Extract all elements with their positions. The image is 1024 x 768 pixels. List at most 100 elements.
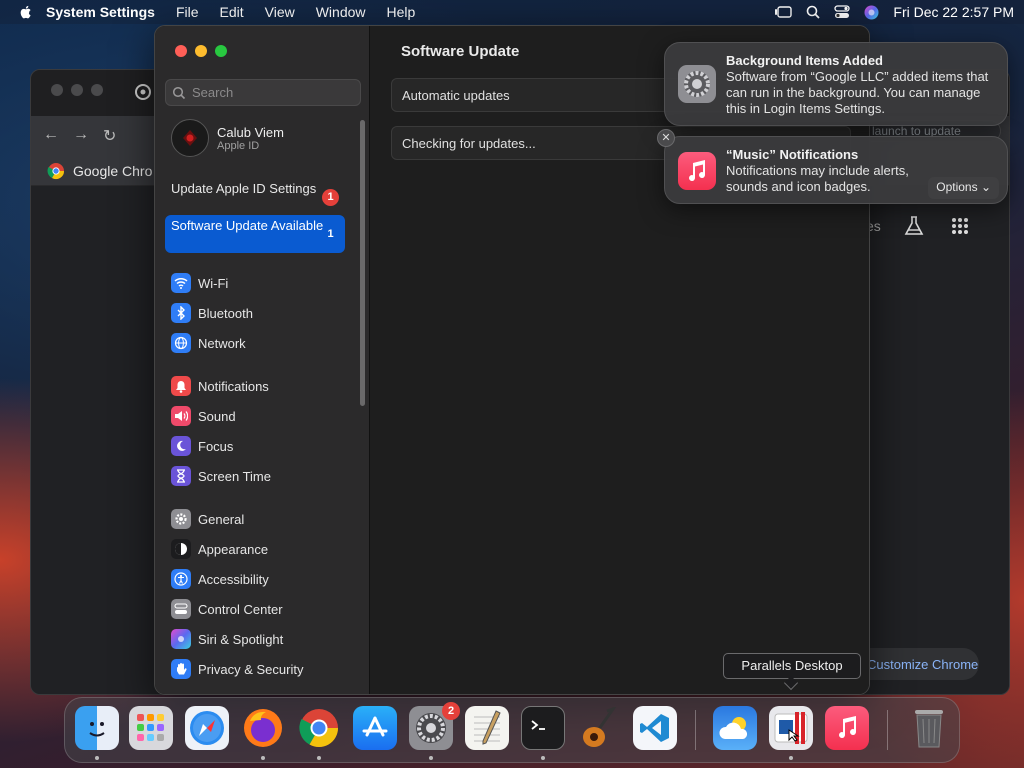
trash-icon[interactable] — [907, 706, 951, 750]
notification-body: Software from “Google LLC” added items t… — [726, 69, 989, 116]
system-settings-gear-icon — [678, 65, 716, 103]
settings-dock-badge: 2 — [442, 702, 460, 720]
sidebar-item-label: Network — [198, 335, 246, 351]
options-label: Options — [936, 180, 978, 194]
menu-bar: System Settings File Edit View Window He… — [0, 0, 1024, 24]
search-icon[interactable] — [806, 5, 821, 19]
close-icon[interactable]: ✕ — [657, 129, 675, 147]
control-center-icon — [171, 599, 191, 619]
control-center-icon[interactable] — [834, 5, 851, 19]
appearance-icon — [171, 539, 191, 559]
sidebar-item-label: Notifications — [198, 378, 269, 394]
sidebar-item-bluetooth[interactable]: Bluetooth — [171, 303, 253, 323]
apple-id-profile[interactable]: Calub Viem Apple ID — [171, 119, 284, 157]
chrome-minimize-button[interactable] — [71, 84, 83, 96]
parallels-desktop-icon[interactable] — [769, 706, 813, 750]
menu-edit[interactable]: Edit — [220, 4, 244, 20]
sidebar-item-label: Focus — [198, 438, 234, 454]
hand-icon — [171, 659, 191, 679]
back-arrow-icon[interactable]: ← — [43, 126, 59, 146]
weather-icon[interactable] — [713, 706, 757, 750]
menu-window[interactable]: Window — [316, 4, 366, 20]
app-store-icon[interactable] — [353, 706, 397, 750]
options-button[interactable]: Options ⌄ — [928, 177, 999, 199]
reload-icon[interactable]: ↻ — [103, 126, 116, 146]
safari-icon[interactable] — [185, 706, 229, 750]
sidebar-item-focus[interactable]: Focus — [171, 436, 233, 456]
chrome-close-button[interactable] — [51, 84, 63, 96]
notification-body: Notifications may include alerts, sounds… — [726, 163, 909, 194]
stage-manager-icon[interactable] — [774, 5, 793, 19]
sidebar-item-screen-time[interactable]: Screen Time — [171, 466, 271, 486]
terminal-icon[interactable] — [521, 706, 565, 750]
finder-icon[interactable] — [75, 706, 119, 750]
sidebar-item-siri-spotlight[interactable]: Siri & Spotlight — [171, 629, 283, 649]
sidebar-item-sound[interactable]: Sound — [171, 406, 236, 426]
notification-title: Background Items Added — [726, 53, 883, 68]
music-icon[interactable] — [825, 706, 869, 750]
sidebar-item-label: Sound — [198, 408, 236, 424]
sidebar-item-notifications[interactable]: Notifications — [171, 376, 269, 396]
notification-title: “Music” Notifications — [726, 147, 859, 162]
sidebar-item-label: General — [198, 511, 245, 527]
update-apple-id-settings[interactable]: Update Apple ID Settings 1 — [165, 178, 345, 216]
notification-background-items[interactable]: Background Items Added Software from “Go… — [664, 42, 1008, 126]
running-indicator — [429, 756, 433, 760]
sidebar-item-label: Appearance — [198, 541, 269, 557]
sidebar-item-control-center[interactable]: Control Center — [171, 599, 283, 619]
siri-icon[interactable] — [864, 5, 879, 20]
sidebar-item-general[interactable]: General — [171, 509, 244, 529]
sidebar-item-appearance[interactable]: Appearance — [171, 539, 268, 559]
textedit-icon[interactable] — [465, 706, 509, 750]
menu-view[interactable]: View — [265, 4, 295, 20]
running-indicator — [541, 756, 545, 760]
menu-app-name[interactable]: System Settings — [46, 4, 155, 20]
menu-file[interactable]: File — [176, 4, 199, 20]
bookmark-google-chrome[interactable]: Google Chro — [47, 162, 152, 180]
tooltip-label: Parallels Desktop — [741, 658, 843, 673]
search-input[interactable] — [192, 85, 352, 100]
search-field[interactable] — [165, 79, 361, 106]
bell-icon — [171, 376, 191, 396]
launchpad-icon[interactable] — [129, 706, 173, 750]
profile-name: Calub Viem — [217, 124, 284, 140]
chrome-tab-favicon[interactable] — [135, 84, 151, 100]
firefox-icon[interactable] — [241, 706, 285, 750]
dock-separator — [887, 710, 888, 750]
chrome-icon[interactable] — [297, 706, 341, 750]
apple-menu-icon[interactable] — [18, 4, 34, 20]
google-apps-icon[interactable] — [951, 217, 969, 235]
siri-icon — [171, 629, 191, 649]
garageband-icon[interactable] — [577, 706, 621, 750]
settings-sidebar: Calub Viem Apple ID Update Apple ID Sett… — [155, 26, 370, 694]
music-note-icon — [678, 152, 716, 190]
sidebar-item-accessibility[interactable]: Accessibility — [171, 569, 269, 589]
forward-arrow-icon[interactable]: → — [73, 126, 89, 146]
notification-music[interactable]: ✕ “Music” Notifications Notifications ma… — [657, 129, 1008, 204]
promo-badge: 1 — [327, 228, 334, 240]
close-button[interactable] — [175, 45, 187, 57]
sidebar-item-network[interactable]: Network — [171, 333, 246, 353]
sidebar-item-privacy-security[interactable]: Privacy & Security — [171, 659, 303, 679]
minimize-button[interactable] — [195, 45, 207, 57]
sidebar-scrollbar[interactable] — [360, 120, 365, 406]
accessibility-icon — [171, 569, 191, 589]
sidebar-item-label: Accessibility — [198, 571, 269, 587]
chrome-zoom-button[interactable] — [91, 84, 103, 96]
zoom-button[interactable] — [215, 45, 227, 57]
avatar-image-icon — [183, 130, 197, 146]
sidebar-item-label: Siri & Spotlight — [198, 631, 284, 647]
menu-help[interactable]: Help — [387, 4, 416, 20]
chevron-down-icon: ⌄ — [980, 180, 991, 194]
settings-content: Software Update Automatic updates Checki… — [371, 26, 869, 694]
software-update-available[interactable]: Software Update Available 1 — [165, 215, 345, 253]
vscode-icon[interactable] — [633, 706, 677, 750]
menubar-clock[interactable]: Fri Dec 22 2:57 PM — [893, 4, 1014, 20]
profile-subtitle: Apple ID — [217, 139, 260, 152]
dock-separator — [695, 710, 696, 750]
running-indicator — [317, 756, 321, 760]
sidebar-item-wifi[interactable]: Wi-Fi — [171, 273, 228, 293]
sidebar-item-label: Bluetooth — [198, 305, 253, 321]
labs-flask-icon[interactable] — [903, 215, 925, 237]
promo-badge: 1 — [322, 189, 339, 206]
